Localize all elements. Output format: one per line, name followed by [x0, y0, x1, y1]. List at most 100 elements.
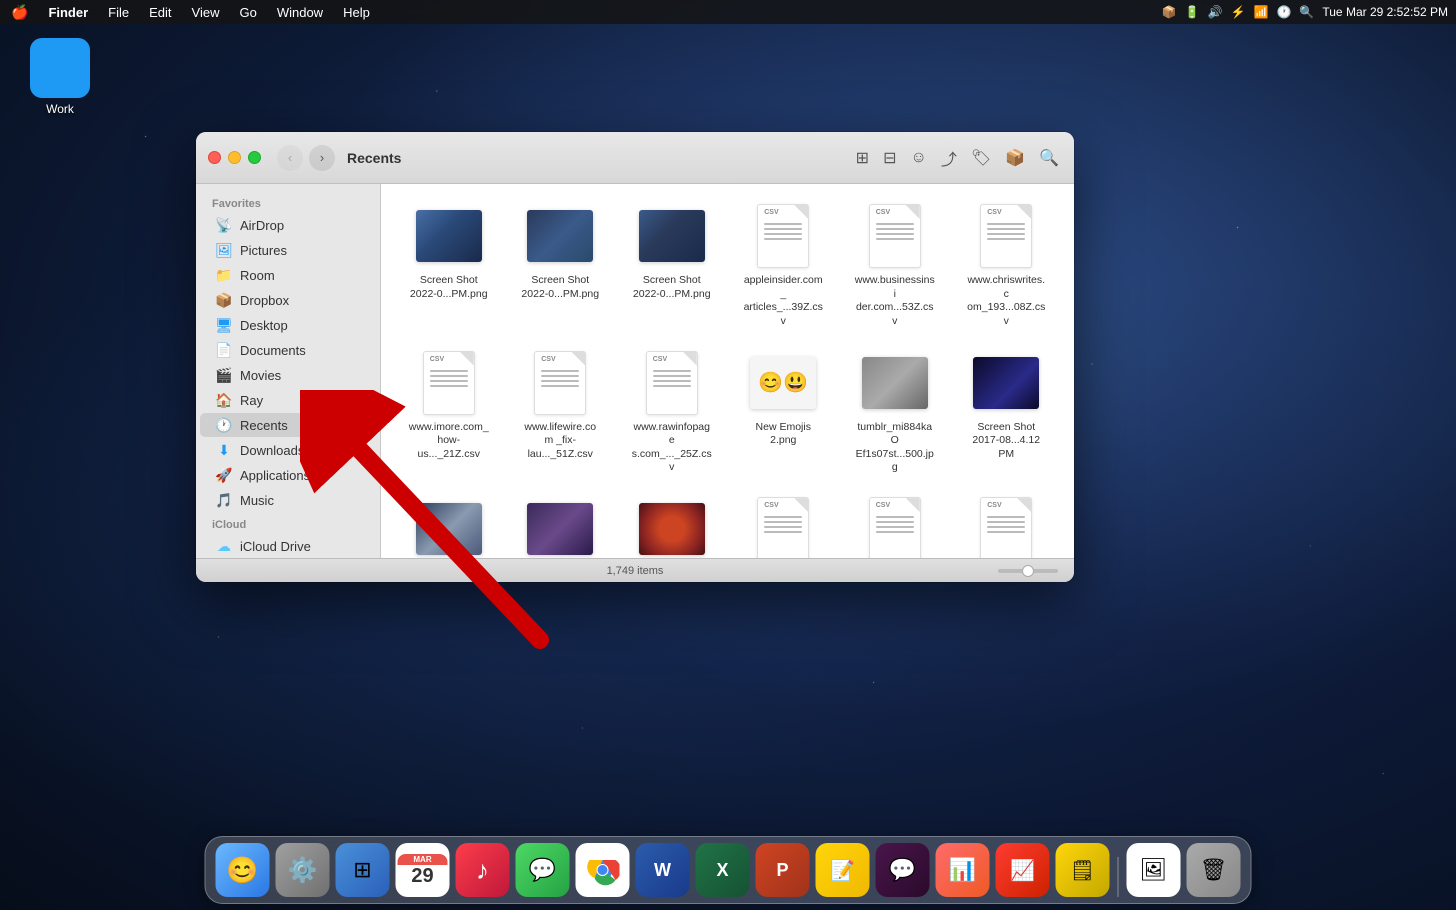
sidebar-item-music[interactable]: 🎵 Music — [200, 488, 376, 512]
file-item-tumblr2[interactable]: tumblr_lxfxu4nFz w1qceu...1280.jpg — [620, 489, 724, 558]
sidebar-item-documents[interactable]: 📄 Documents — [200, 338, 376, 362]
file-item-csv5[interactable]: CSV www.lifewire.com _fix-lau..._51Z.csv — [509, 343, 613, 482]
menubar-help[interactable]: Help — [340, 5, 373, 20]
file-thumb-tumblr2 — [638, 495, 706, 558]
file-item-bullet[interactable]: the bullet — [509, 489, 613, 558]
bullet-img — [527, 503, 593, 555]
files-grid: Screen Shot 2022-0...PM.png Screen Shot … — [397, 196, 1058, 558]
content-area: Favorites 📡 AirDrop 🖼 Pictures 📁 Room 📦 … — [196, 184, 1074, 558]
documents-icon: 📄 — [216, 342, 232, 358]
share-button[interactable]: ⤴ — [938, 143, 960, 173]
sidebar-item-dropbox[interactable]: 📦 Dropbox — [200, 288, 376, 312]
sidebar-item-applications[interactable]: 🚀 Applications — [200, 463, 376, 487]
file-item-csv3[interactable]: CSV www.chriswrites.c om_193...08Z.csv — [955, 196, 1059, 335]
file-item-tumblr[interactable]: tumblr_mi884kaO Ef1s07st...500.jpg — [843, 343, 947, 482]
csv3-img: CSV — [980, 204, 1032, 268]
dock-trash[interactable]: 🗑 — [1187, 843, 1241, 897]
dock-preview[interactable]: 🖼 — [1127, 843, 1181, 897]
sidebar-item-recents[interactable]: 🕐 Recents — [200, 413, 376, 437]
dock-notes[interactable]: 📝 — [816, 843, 870, 897]
dock-stickies[interactable]: 🗒 — [1056, 843, 1110, 897]
file-item-emojis[interactable]: 😊😃 New Emojis 2.png — [732, 343, 836, 482]
sidebar-item-pictures[interactable]: 🖼 Pictures — [200, 238, 376, 262]
file-name-emojis: New Emojis 2.png — [743, 421, 823, 448]
menubar-file[interactable]: File — [105, 5, 132, 20]
dock-calendar[interactable]: MAR 29 — [396, 843, 450, 897]
apple-menu[interactable]: 🍎 — [8, 4, 31, 21]
sidebar-item-room[interactable]: 📁 Room — [200, 263, 376, 287]
file-item-ss2[interactable]: Screen Shot 2022-0...PM.png — [509, 196, 613, 335]
sidebar-label-airdrop: AirDrop — [240, 218, 284, 233]
dropbox-button[interactable]: 📦 — [1002, 145, 1028, 171]
file-item-csv8[interactable]: CSV www.businessinsi der.com..._17Z.csv — [843, 489, 947, 558]
menubar-finder[interactable]: Finder — [45, 5, 91, 20]
dock: 😊 ⚙️ ⊞ MAR 29 ♪ 💬 — [205, 836, 1252, 904]
title-bar: ‹ › Recents ⊞ ⊟ ☺ ⤴ 🏷 📦 🔍 — [196, 132, 1074, 184]
dock-launchpad[interactable]: ⊞ — [336, 843, 390, 897]
menubar-right: 📦 🔋 🔊 ⚡ 📶 🕐 🔍 Tue Mar 29 2:52:52 PM — [1162, 5, 1448, 19]
dock-excel[interactable]: X — [696, 843, 750, 897]
dock-chrome[interactable] — [576, 843, 630, 897]
csv7-img: CSV — [757, 497, 809, 558]
csv8-img: CSV — [869, 497, 921, 558]
view-icon-grid[interactable]: ⊞ — [853, 145, 872, 171]
sidebar-item-desktop[interactable]: 🖥 Desktop — [200, 313, 376, 337]
file-thumb-space — [972, 349, 1040, 417]
file-item-invictus[interactable]: invictus — [397, 489, 501, 558]
spotlight-icon[interactable]: 🔍 — [1299, 5, 1314, 19]
fullscreen-button[interactable] — [248, 151, 261, 164]
dock-finder[interactable]: 😊 — [216, 843, 270, 897]
zoom-slider[interactable] — [998, 569, 1058, 573]
file-item-ss3[interactable]: Screen Shot 2022-0...PM.png — [620, 196, 724, 335]
file-name-csv6: www.rawinfopage s.com_..._25Z.csv — [632, 421, 712, 476]
file-name-csv2: www.businessinsi der.com...53Z.csv — [855, 274, 935, 329]
sidebar-item-ray[interactable]: 🏠 Ray — [200, 388, 376, 412]
dock-grapher[interactable]: 📊 — [936, 843, 990, 897]
file-item-space[interactable]: Screen Shot 2017-08...4.12 PM — [955, 343, 1059, 482]
view-icon-list[interactable]: ⊟ — [880, 145, 899, 171]
file-thumb-csv8: CSV — [861, 495, 929, 558]
back-button[interactable]: ‹ — [277, 145, 303, 171]
tag-button[interactable]: 🏷 — [968, 145, 994, 171]
file-item-csv1[interactable]: CSV appleinsider.com_ articles_...39Z.cs… — [732, 196, 836, 335]
desktop-icon-work[interactable]: Work — [20, 38, 100, 116]
minimize-button[interactable] — [228, 151, 241, 164]
dock-messages[interactable]: 💬 — [516, 843, 570, 897]
file-item-csv4[interactable]: CSV www.imore.com_ how-us..._21Z.csv — [397, 343, 501, 482]
close-button[interactable] — [208, 151, 221, 164]
item-count: 1,749 items — [607, 565, 664, 577]
dock-music[interactable]: ♪ — [456, 843, 510, 897]
menubar-go[interactable]: Go — [236, 5, 259, 20]
file-thumb-tumblr — [861, 349, 929, 417]
file-item-csv9[interactable]: CSV www.imore.com_ how-get...03Z.csv — [955, 489, 1059, 558]
work-folder-label: Work — [46, 102, 74, 116]
sidebar-item-movies[interactable]: 🎬 Movies — [200, 363, 376, 387]
sidebar-label-movies: Movies — [240, 368, 281, 383]
dock-slack[interactable]: 💬 — [876, 843, 930, 897]
dropbox-menubar-icon: 📦 — [1162, 5, 1177, 19]
file-item-csv2[interactable]: CSV www.businessinsi der.com...53Z.csv — [843, 196, 947, 335]
file-item-csv6[interactable]: CSV www.rawinfopage s.com_..._25Z.csv — [620, 343, 724, 482]
sidebar: Favorites 📡 AirDrop 🖼 Pictures 📁 Room 📦 … — [196, 184, 381, 558]
sidebar-item-icloud[interactable]: ☁ iCloud Drive — [200, 534, 376, 558]
sidebar-label-desktop: Desktop — [240, 318, 288, 333]
file-name-ss1: Screen Shot 2022-0...PM.png — [409, 274, 489, 301]
sidebar-item-airdrop[interactable]: 📡 AirDrop — [200, 213, 376, 237]
file-item-csv7[interactable]: CSV www.techbout.co m_send...33Z.csv — [732, 489, 836, 558]
menubar-view[interactable]: View — [189, 5, 223, 20]
menubar-edit[interactable]: Edit — [146, 5, 174, 20]
sidebar-item-downloads[interactable]: ⬇ Downloads — [200, 438, 376, 462]
forward-button[interactable]: › — [309, 145, 335, 171]
file-name-tumblr: tumblr_mi884kaO Ef1s07st...500.jpg — [855, 421, 935, 476]
menubar-window[interactable]: Window — [274, 5, 326, 20]
dock-powerpoint[interactable]: P — [756, 843, 810, 897]
sidebar-label-ray: Ray — [240, 393, 263, 408]
dock-activity-monitor[interactable]: 📈 — [996, 843, 1050, 897]
search-button[interactable]: 🔍 — [1036, 145, 1062, 171]
action-menu[interactable]: ☺ — [907, 146, 929, 170]
dock-system-preferences[interactable]: ⚙️ — [276, 843, 330, 897]
file-thumb-csv6: CSV — [638, 349, 706, 417]
dock-word[interactable]: W — [636, 843, 690, 897]
file-item-ss1[interactable]: Screen Shot 2022-0...PM.png — [397, 196, 501, 335]
invictus-img — [416, 503, 482, 555]
